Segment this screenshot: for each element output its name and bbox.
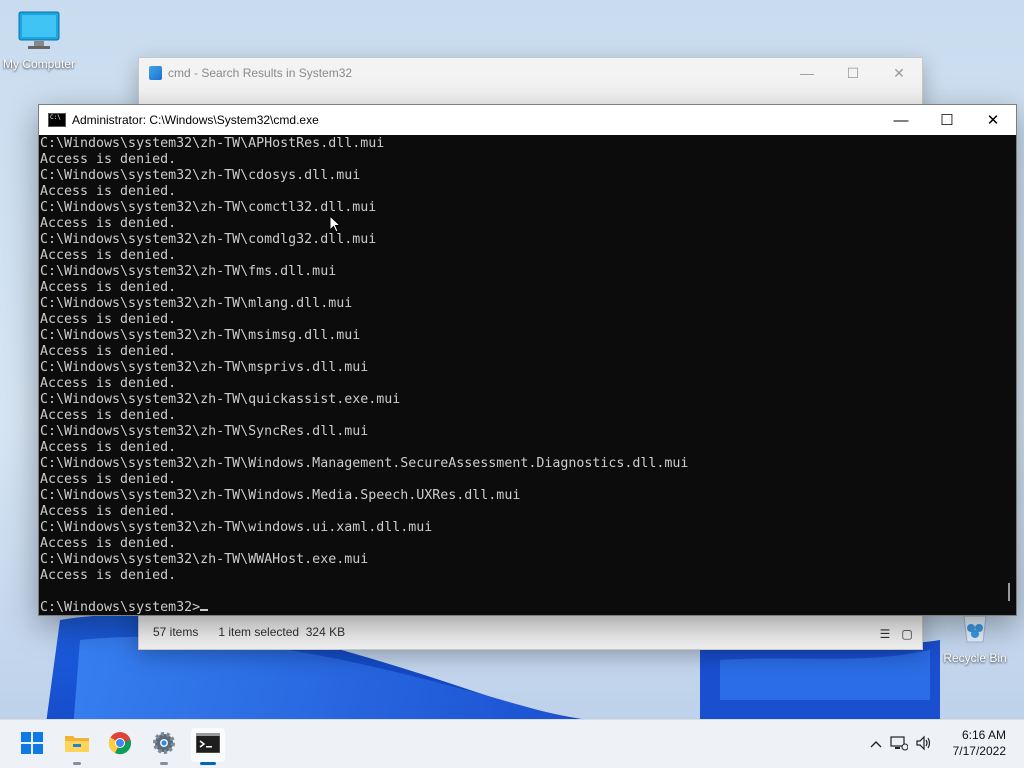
network-button[interactable] [886,735,912,754]
console-line: Access is denied. [40,152,177,167]
console-line: C:\Windows\system32\zh-TW\comdlg32.dll.m… [40,232,377,247]
console-line: C:\Windows\system32\zh-TW\WWAHost.exe.mu… [40,552,369,567]
console-line: Access is denied. [40,568,177,583]
console-line: Access is denied. [40,184,177,199]
desktop-icon-my-computer[interactable]: My Computer [0,10,81,71]
tiles-view-icon: ▢ [901,627,913,641]
console-line: C:\Windows\system32\zh-TW\cdosys.dll.mui [40,168,361,183]
close-button[interactable]: ✕ [970,105,1016,135]
mouse-pointer-icon [329,214,342,238]
start-button[interactable] [15,728,49,762]
minimize-icon: — [893,111,909,129]
details-view-button[interactable]: ☰ [878,627,892,641]
console-scrollbar[interactable] [1000,136,1016,615]
running-indicator [160,762,168,765]
chevron-up-icon [870,737,882,751]
console-line: Access is denied. [40,312,177,327]
desktop-icon-label: My Computer [2,57,76,71]
monitor-icon [16,11,62,55]
console-line: Access is denied. [40,280,177,295]
console-line: C:\Windows\system32\zh-TW\msprivs.dll.mu… [40,360,369,375]
running-indicator [73,762,81,765]
console-line: Access is denied. [40,536,177,551]
console-line: C:\Windows\system32\zh-TW\mlang.dll.mui [40,296,353,311]
details-view-icon: ☰ [879,627,891,641]
console-line: C:\Windows\system32\zh-TW\Windows.Media.… [40,488,521,503]
console-line: C:\Windows\system32\zh-TW\quickassist.ex… [40,392,401,407]
console-output[interactable]: C:\Windows\system32\zh-TW\APHostRes.dll.… [39,136,1000,615]
tiles-view-button[interactable]: ▢ [900,627,914,641]
console-line: C:\Windows\system32\zh-TW\Windows.Manage… [40,456,689,471]
desktop-icon-label: Recycle Bin [943,651,1007,665]
taskbar-settings[interactable] [147,728,181,765]
close-icon: ✕ [893,64,905,81]
taskbar-chrome[interactable] [103,728,137,762]
maximize-button[interactable]: ☐ [830,58,876,88]
console-line: Access is denied. [40,376,177,391]
close-button[interactable]: ✕ [876,58,922,88]
taskbar: 6:16 AM 7/17/2022 [0,719,1024,768]
clock-date: 7/17/2022 [952,744,1006,758]
console-line: C:\Windows\system32\zh-TW\comctl32.dll.m… [40,200,377,215]
network-icon [890,735,909,754]
console-line: Access is denied. [40,408,177,423]
clock-time: 6:16 AM [961,728,1006,742]
console-line: Access is denied. [40,504,177,519]
taskbar-clock[interactable]: 6:16 AM 7/17/2022 [953,727,1006,759]
taskbar-file-explorer[interactable] [60,728,94,765]
console-line: Access is denied. [40,440,177,455]
cmd-titlebar[interactable]: Administrator: C:\Windows\System32\cmd.e… [39,105,1016,135]
terminal-icon [195,732,221,758]
scrollbar-thumb[interactable] [1008,583,1010,601]
console-line: Access is denied. [40,248,177,263]
console-line: C:\Windows\system32\zh-TW\msimsg.dll.mui [40,328,361,343]
text-cursor [200,609,209,611]
console-line: C:\Windows\system32\zh-TW\fms.dll.mui [40,264,337,279]
maximize-icon: ☐ [846,64,860,81]
active-indicator [200,762,216,765]
volume-icon [915,735,933,754]
console-line: Access is denied. [40,344,177,359]
show-hidden-icons-button[interactable] [866,737,886,751]
volume-button[interactable] [912,735,936,754]
selection-info: 1 item selected 324 KB [218,625,346,639]
explorer-title: cmd - Search Results in System32 [168,66,353,80]
minimize-icon: — [800,65,814,81]
cmd-app-icon [48,113,66,127]
close-icon: ✕ [986,112,1000,129]
console-text: C:\Windows\system32\zh-TW\APHostRes.dll.… [40,136,1000,615]
explorer-status-bar: 57 items 1 item selected 324 KB [139,615,922,649]
console-line: Access is denied. [40,472,177,487]
minimize-button[interactable]: — [784,58,830,88]
file-explorer-icon [64,732,90,759]
item-count: 57 items [153,625,199,639]
recycle-bin-icon [955,615,995,649]
taskbar-terminal[interactable] [191,728,225,765]
cmd-title: Administrator: C:\Windows\System32\cmd.e… [72,113,319,127]
command-prompt-window[interactable]: Administrator: C:\Windows\System32\cmd.e… [38,104,1017,616]
minimize-button[interactable]: — [878,105,924,135]
explorer-titlebar[interactable]: cmd - Search Results in System32 — ☐ ✕ [139,58,922,88]
start-icon [21,731,43,759]
console-line: C:\Windows\system32\zh-TW\SyncRes.dll.mu… [40,424,369,439]
console-prompt[interactable]: C:\Windows\system32> [40,600,200,615]
explorer-app-icon [149,66,162,80]
maximize-button[interactable]: ☐ [924,105,970,135]
console-line: Access is denied. [40,216,177,231]
console-line: C:\Windows\system32\zh-TW\APHostRes.dll.… [40,136,385,151]
settings-icon [152,731,176,760]
console-line: C:\Windows\system32\zh-TW\windows.ui.xam… [40,520,433,535]
chrome-icon [108,731,132,760]
system-tray [866,720,936,768]
maximize-icon: ☐ [940,112,954,129]
